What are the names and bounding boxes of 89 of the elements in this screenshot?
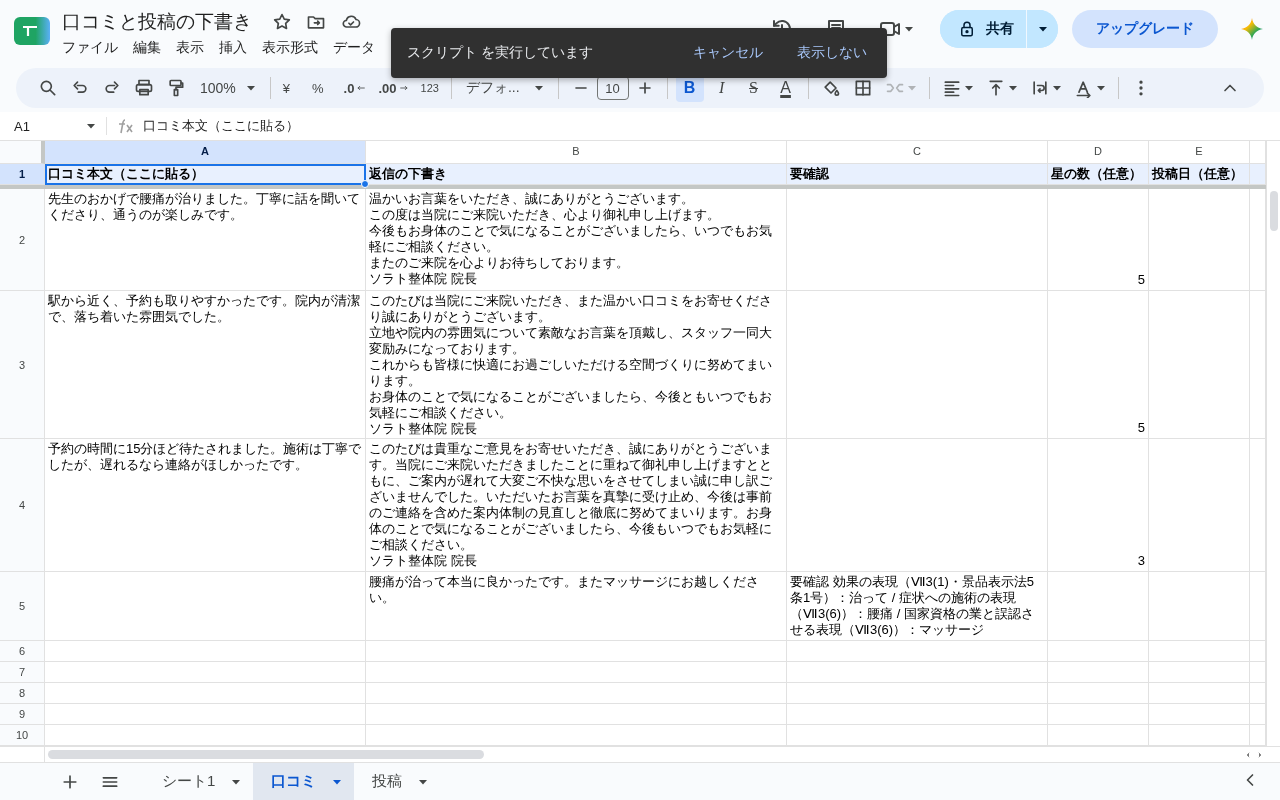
name-box[interactable]: A1 <box>14 118 30 134</box>
currency-button[interactable]: ¥ <box>276 80 297 96</box>
search-icon[interactable] <box>38 78 58 98</box>
cell-text: ソラト整体院 院長 <box>369 271 478 287</box>
cell-text: 駅から近く、予約も取りやすかったです。院内が清潔で、落ち着いた雰囲気でした。 <box>48 293 361 325</box>
cell-text: 今後もお身体のことで気になることがございましたら、いつでもお気軽にご相談ください。 <box>369 223 773 255</box>
zoom-select[interactable]: 100% <box>192 80 264 96</box>
strikethrough-button[interactable]: S <box>739 74 768 102</box>
row-header[interactable]: 8 <box>0 683 45 704</box>
cell-text: 返信の下書き <box>369 166 448 182</box>
document-title[interactable]: 口コミと投稿の下書き <box>62 9 252 35</box>
snackbar-action[interactable]: 表示しない <box>787 36 877 70</box>
sheet-tab[interactable]: シート1 <box>144 763 254 800</box>
snackbar-message: スクリプト を実行しています <box>407 44 594 62</box>
cell-text: 3 <box>1137 553 1145 569</box>
caret-icon[interactable] <box>1095 83 1106 93</box>
decrease-decimal-button[interactable]: .0 <box>343 80 355 96</box>
menu-item[interactable]: 表示 <box>176 39 204 57</box>
print-icon[interactable] <box>134 78 154 98</box>
menu-item[interactable]: 編集 <box>133 39 161 57</box>
row-header[interactable]: 2 <box>0 189 45 291</box>
cell-text: このたびは貴重なご意見をお寄せいただき、誠にありがとうございます。当院にご来院いただきましたことに重ねて御礼申し上げますとともに、ご案内が遅れて大変ご不快な思いをさせてしまい誠に申し訳ございませんでした。いただいたお言葉を真摯に受け止め、今後は事前のご連絡を含めた案内体制の見直しと徹底に努めてまいります。お身体のことで気になることがございましたら、今後もいつでもお気軽にご相談ください。 <box>369 441 773 553</box>
font-select[interactable]: デフォ... <box>457 79 552 97</box>
cell-text: この度は当院にご来院いただき、心より御礼申し上げます。 <box>369 207 721 223</box>
row-header[interactable]: 7 <box>0 662 45 683</box>
menu-item[interactable]: 挿入 <box>219 39 247 57</box>
cell-text: またのご来院を心よりお待ちしております。 <box>369 255 630 271</box>
caret-icon[interactable] <box>86 121 96 131</box>
cell-text: 先生のおかげで腰痛が治りました。丁寧に話を聞いてくださり、通うのが楽しみです。 <box>48 191 361 223</box>
cell-text: 5 <box>1137 420 1145 436</box>
sheet-tab[interactable]: 投稿 <box>354 763 441 800</box>
caret-icon[interactable] <box>1051 83 1062 93</box>
menu-item[interactable]: ファイル <box>62 39 118 57</box>
cell-text: これからも皆様に快適にお過ごしいただける空間づくりに努めてまいります。 <box>369 357 773 389</box>
paint-roller-icon[interactable] <box>166 78 186 98</box>
star-icon[interactable] <box>272 12 292 32</box>
sheets-logo-icon[interactable] <box>14 17 50 45</box>
cell-text: 口コミ本文（ここに貼る） <box>48 166 205 182</box>
cell-text: 予約の時間に15分ほど待たされました。施術は丁寧でしたが、遅れるなら連絡がほしかったです。 <box>48 441 362 473</box>
percent-button[interactable]: % <box>306 80 330 96</box>
cell-text: お身体のことで気になることがございましたら、今後ともいつでもお気軽にご相談ください。 <box>369 389 773 421</box>
upgrade-button[interactable]: アップグレード <box>1072 10 1218 48</box>
caret-icon <box>533 83 544 93</box>
menu-item[interactable]: 表示形式 <box>262 39 318 57</box>
cell-text: ソラト整体院 院長 <box>369 553 478 569</box>
caret-icon <box>1037 24 1048 34</box>
scroll-right-icon[interactable] <box>1256 750 1264 759</box>
row-header[interactable]: 10 <box>0 725 45 746</box>
cell-text: 立地や院内の雰囲気について素敵なお言葉を頂戴し、スタッフ一同大変励みになっております。 <box>369 325 773 357</box>
cell-text: 5 <box>1137 272 1145 288</box>
cell-text: 要確認 <box>790 166 830 182</box>
column-header[interactable]: D <box>1048 141 1149 164</box>
caret-icon[interactable] <box>1007 83 1018 93</box>
caret-icon[interactable] <box>904 24 914 34</box>
cell-text: ソラト整体院 院長 <box>369 421 478 437</box>
snackbar-action[interactable]: キャンセル <box>683 36 773 70</box>
lock-icon <box>958 20 976 38</box>
number-format-button[interactable]: 123 <box>414 82 445 94</box>
row-header[interactable]: 9 <box>0 704 45 725</box>
left-arrow-icon[interactable] <box>356 83 367 93</box>
scroll-left-icon[interactable] <box>1244 750 1252 759</box>
sparkle-icon[interactable] <box>1240 17 1264 41</box>
menu-item[interactable]: データ <box>333 39 375 57</box>
caret-icon <box>245 83 256 93</box>
cell-text: このたびは当院にご来院いただき、また温かい口コミをお寄せくださり誠にありがとうございます。 <box>369 293 773 325</box>
row-header[interactable]: 3 <box>0 291 45 439</box>
column-header[interactable]: C <box>787 141 1048 164</box>
right-arrow-icon[interactable] <box>398 83 409 93</box>
scrollbar-thumb[interactable] <box>1270 191 1278 231</box>
cell-text: 要確認 効果の表現（Ⅶ3(1)・景品表示法5条1号）：治って / 症状への施術の表現（Ⅶ3(6)）：腰痛 / 国家資格の業と誤認させる表現（Ⅶ3(6)）：マッサージ <box>790 574 1035 638</box>
function-icon <box>117 118 135 134</box>
text-color-button[interactable]: A <box>771 74 800 102</box>
column-header[interactable]: E <box>1149 141 1250 164</box>
cell-text: 投稿日（任意） <box>1152 166 1244 182</box>
row-header[interactable]: 5 <box>0 572 45 641</box>
sheet-tab[interactable]: 口コミ <box>253 763 355 800</box>
caret-icon[interactable] <box>963 83 974 93</box>
cell-text: 星の数（任意） <box>1051 166 1143 182</box>
row-header[interactable]: 1 <box>0 164 45 185</box>
cell-text: 温かいお言葉をいただき、誠にありがとうございます。 <box>369 191 695 207</box>
column-header[interactable]: A <box>45 141 366 164</box>
italic-button[interactable]: I <box>707 74 736 102</box>
formula-field[interactable]: 口コミ本文（ここに貼る） <box>143 117 299 135</box>
cell-text: 腰痛が治って本当に良かったです。またマッサージにお越しください。 <box>369 574 760 606</box>
column-header[interactable]: B <box>366 141 787 164</box>
increase-decimal-button[interactable]: .00 <box>378 80 397 96</box>
scrollbar-thumb[interactable] <box>48 750 484 759</box>
row-header[interactable]: 4 <box>0 439 45 572</box>
row-header[interactable]: 6 <box>0 641 45 662</box>
